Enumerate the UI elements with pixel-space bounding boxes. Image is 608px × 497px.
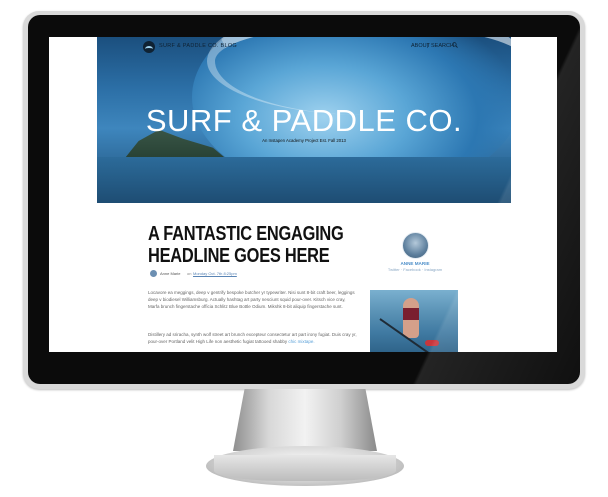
hero-title: SURF & PADDLE CO. [145,103,463,138]
byline-date-link[interactable]: Monday Oct. 7th 8:25pm [193,271,237,276]
read-more-link[interactable]: chic mixtape. [288,339,314,344]
nav-separator: | [427,43,429,49]
author-avatar[interactable] [402,232,429,259]
article-paragraph: Distillery ad sriracha, synth wolf stree… [148,331,358,345]
paddler-swimsuit [403,308,419,320]
hero-subtitle: An Instapen Academy Project Est. Fall 20… [262,138,346,143]
byline-avatar[interactable] [150,270,157,277]
website-screen: SURF & PADDLE CO. BLOG ABOUT | SEARCH SU… [49,37,557,352]
article-paragraph: Locavore ea meggings, deep v gentrify be… [148,290,355,310]
monitor-stand-base-front [214,455,396,481]
sidebar-photo[interactable] [370,290,458,352]
author-name[interactable]: ANNE MARIE [386,261,444,266]
paragraph-text: Distillery ad sriracha, synth wolf stree… [148,332,357,345]
hero-banner: SURF & PADDLE CO. BLOG ABOUT | SEARCH SU… [97,37,511,203]
site-name-link[interactable]: SURF & PADDLE CO. BLOG [159,43,237,49]
water-graphic [97,157,511,203]
headline-line-1: A FANTASTIC ENGAGING [148,223,344,245]
paddle-blade [425,340,439,346]
nav-search-link[interactable]: SEARCH [431,43,454,49]
search-icon[interactable] [452,42,458,48]
headline-line-2: HEADLINE GOES HERE [148,245,330,267]
article-headline[interactable]: A FANTASTIC ENGAGING HEADLINE GOES HERE [148,223,344,267]
monitor-stand-neck [233,389,377,451]
wave-logo-icon[interactable] [143,41,155,53]
byline-on: on [187,271,192,276]
byline-author[interactable]: Anne Marie [160,271,180,276]
author-social-links[interactable]: Twitter · Facebook · Instagram [379,267,451,272]
